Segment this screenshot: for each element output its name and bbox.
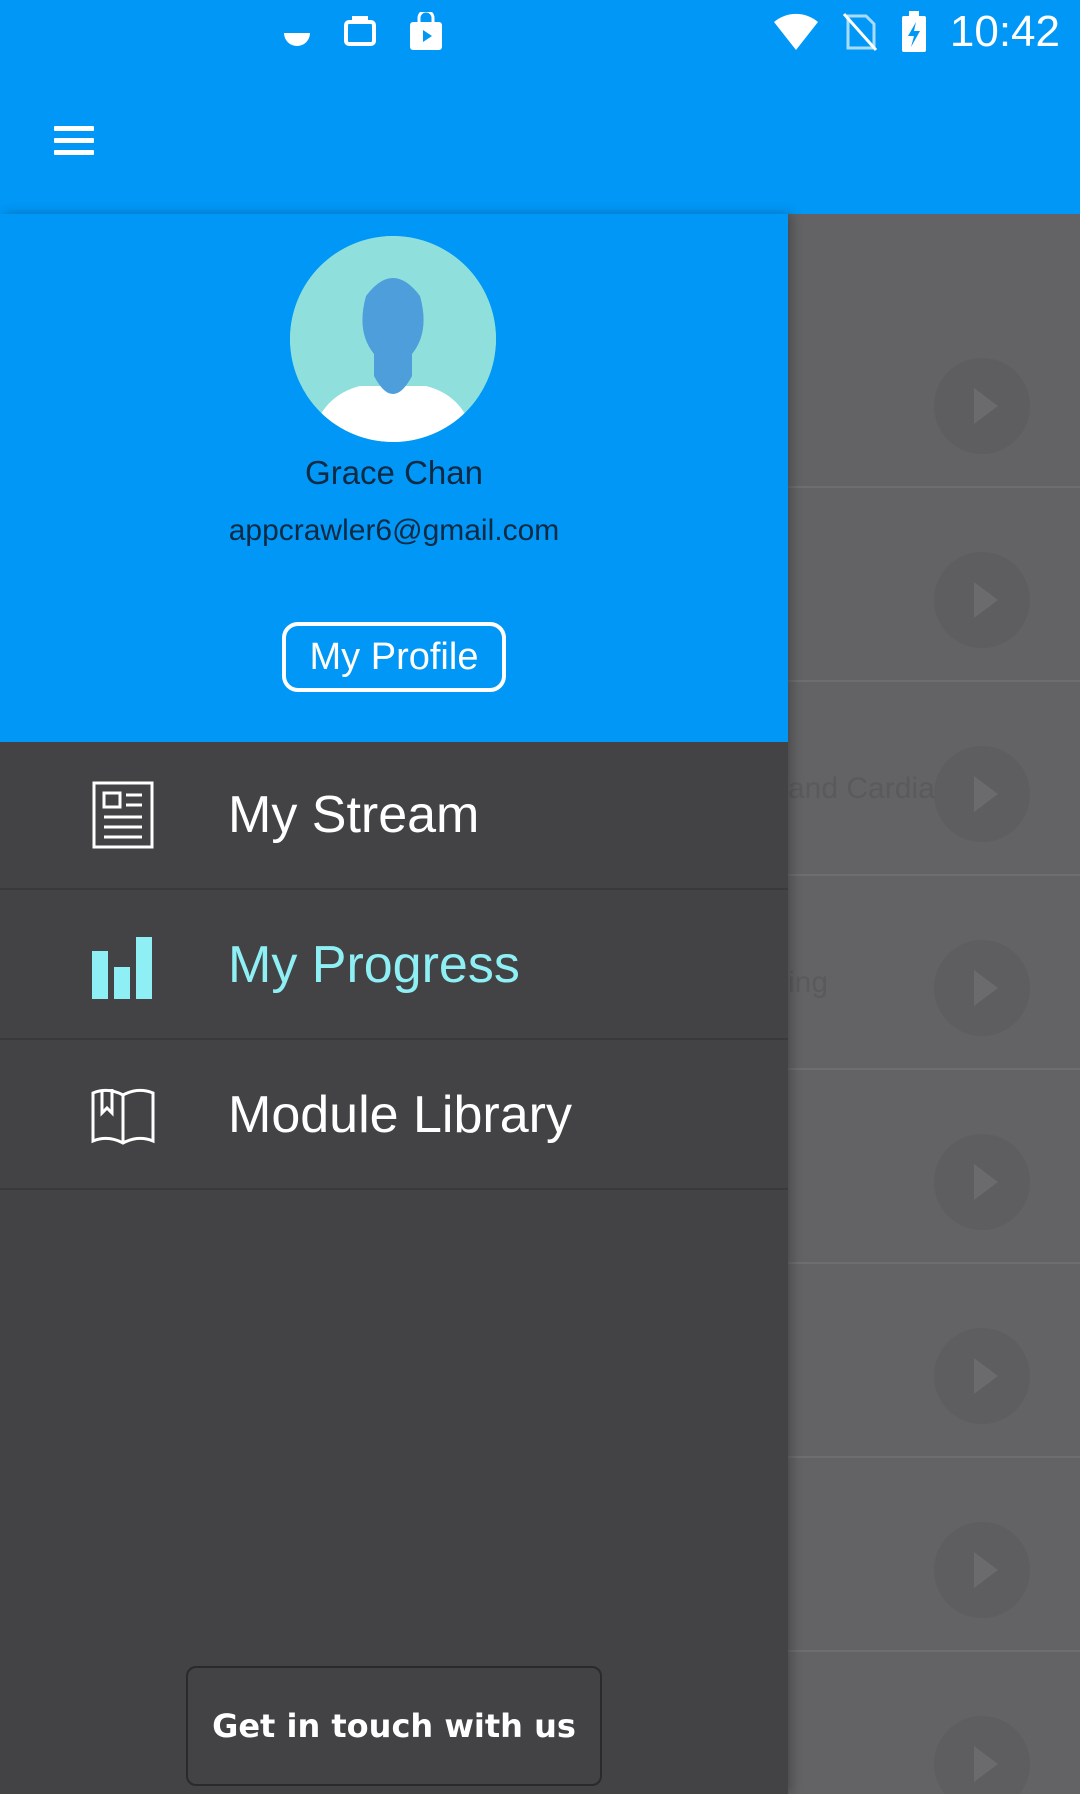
status-right-icons: 10:42 [772,0,1060,64]
play-icon[interactable] [934,746,1030,842]
play-icon[interactable] [934,1328,1030,1424]
no-sim-icon [842,13,878,51]
my-profile-button[interactable]: My Profile [282,622,506,692]
status-time: 10:42 [949,7,1060,56]
status-bar: 10:42 [0,0,1080,64]
app-root: and Cardiac ing 10:42 Grace Chan appcraw… [0,0,1080,1794]
drawer-item-module-library[interactable]: Module Library [0,1042,788,1190]
play-icon[interactable] [934,552,1030,648]
user-avatar-icon[interactable] [290,236,496,442]
newspaper-icon [92,781,154,849]
list-item-title: ing [788,966,829,999]
get-in-touch-button[interactable]: Get in touch with us [186,1666,602,1786]
drawer-item-my-stream[interactable]: My Stream [0,742,788,890]
bar-chart-icon [92,937,152,999]
battery-charging-icon [901,11,926,52]
list-item-title: and Cardiac [788,772,950,805]
drawer-item-label: My Progress [228,936,520,994]
drawer-header: Grace Chan appcrawler6@gmail.com My Prof… [0,214,788,742]
avatar-silhouette-icon [290,236,496,442]
screenshot-icon [344,16,376,46]
drawer-item-label: Module Library [228,1086,572,1144]
play-icon[interactable] [934,1716,1030,1794]
drawer-item-my-progress[interactable]: My Progress [0,892,788,1040]
user-name: Grace Chan [305,454,483,491]
hamburger-menu-icon[interactable] [50,116,98,164]
drawer-item-label: My Stream [228,786,480,844]
wifi-icon [773,13,818,50]
navigation-drawer: Grace Chan appcrawler6@gmail.com My Prof… [0,214,788,1794]
book-icon [91,1088,155,1145]
status-left-icons [280,12,446,52]
play-icon[interactable] [934,358,1030,454]
notification-icon [284,33,310,46]
play-icon[interactable] [934,1134,1030,1230]
store-icon [410,12,442,50]
play-icon[interactable] [934,940,1030,1036]
user-email: appcrawler6@gmail.com [228,514,560,547]
toolbar [0,64,1080,214]
play-icon[interactable] [934,1522,1030,1618]
